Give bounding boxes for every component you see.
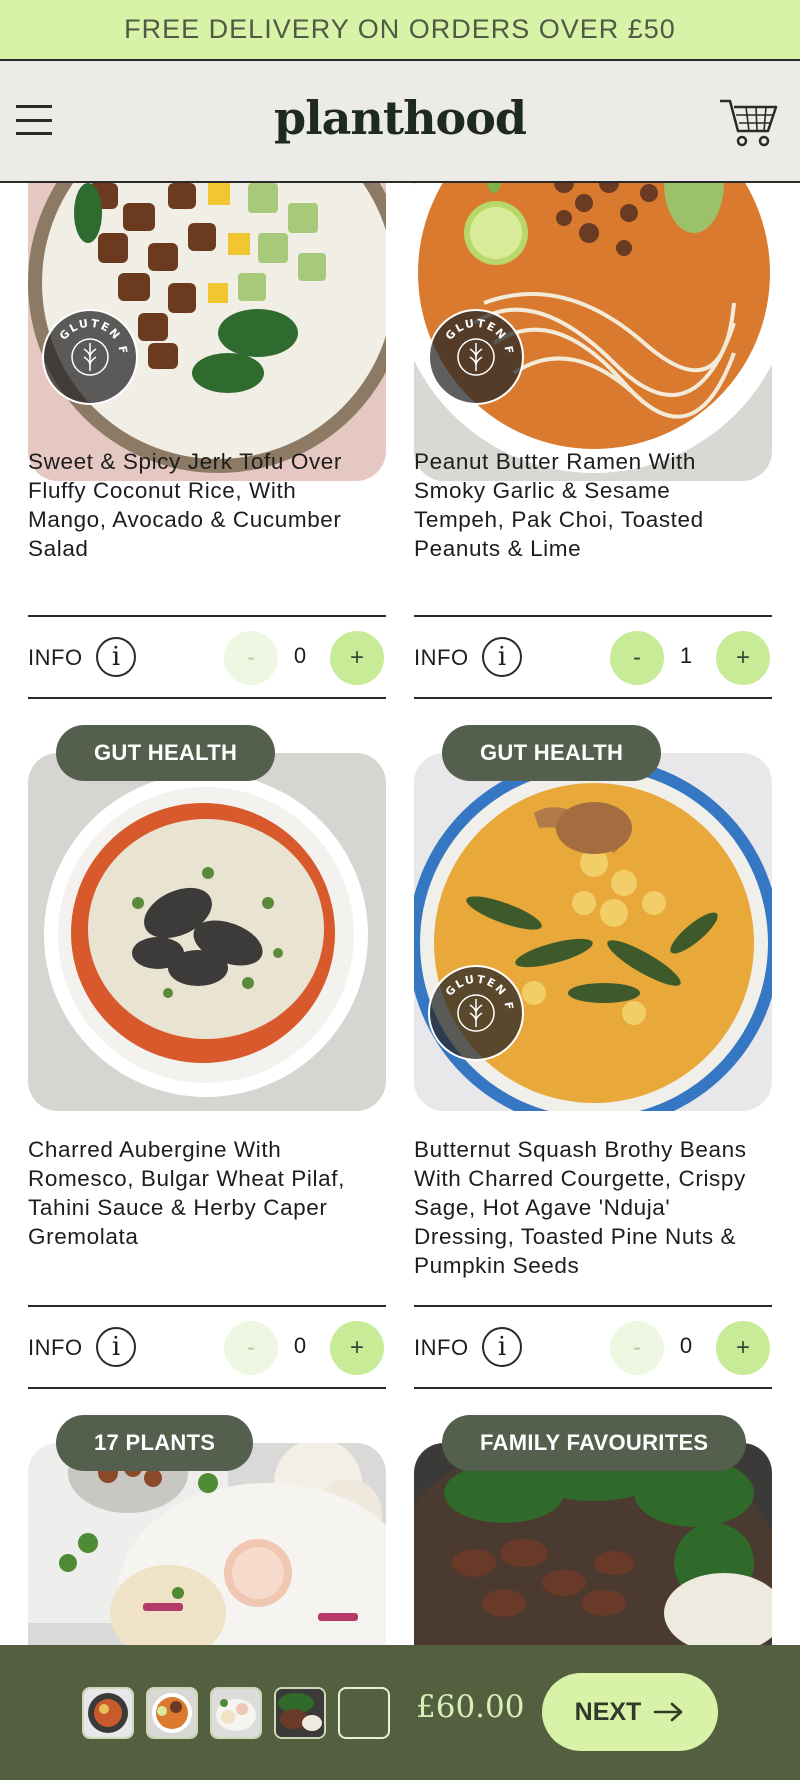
basket-total: £60.00 [416,1689,525,1725]
decrease-quantity-button[interactable]: - [610,1321,664,1375]
meal-tag: FAMILY FAVOURITES [442,1415,747,1471]
site-header: planthood [0,61,800,183]
meal-photo[interactable] [28,753,386,1111]
info-icon[interactable]: i [482,1327,522,1367]
meal-title[interactable]: Butternut Squash Brothy Beans With Charre… [414,1135,772,1280]
badge-text: GLUTEN FREE [425,301,514,357]
shopping-cart-icon[interactable] [718,95,780,151]
gluten-free-badge: GLUTEN FREE [39,301,138,405]
meal-photo[interactable] [28,1443,386,1645]
decrease-quantity-button[interactable]: - [224,1321,278,1375]
info-icon[interactable]: i [96,1327,136,1367]
info-label[interactable]: INFO [414,645,469,671]
info-icon[interactable]: i [482,637,522,677]
promo-text: FREE DELIVERY ON ORDERS OVER £50 [124,14,676,44]
basket-bar: £60.00 NEXT [0,1645,800,1780]
svg-text:GLUTEN FREE: GLUTEN FREE [430,967,516,1013]
next-label: NEXT [574,1697,642,1726]
basket-thumbnail[interactable] [146,1687,198,1739]
increase-quantity-button[interactable]: + [330,1321,384,1375]
next-button[interactable]: NEXT [542,1673,718,1751]
info-icon[interactable]: i [96,637,136,677]
decrease-quantity-button[interactable]: - [224,631,278,685]
info-label[interactable]: INFO [28,645,83,671]
meal-controls: INFO i - 0 + [414,1305,772,1389]
meal-controls: INFO i - 1 + [414,615,772,699]
quantity-value: 0 [679,1333,693,1358]
meal-controls: INFO i - 0 + [28,1305,386,1389]
basket-thumbnail[interactable] [82,1687,134,1739]
badge-text: GLUTEN FREE [39,301,128,357]
meal-title[interactable]: Sweet & Spicy Jerk Tofu Over Fluffy Cocon… [28,447,386,563]
increase-quantity-button[interactable]: + [330,631,384,685]
meal-grid[interactable]: GLUTEN FREE Sweet & Spicy Jerk Tofu Over… [0,183,800,1645]
meal-title[interactable]: Charred Aubergine With Romesco, Bulgar Wh… [28,1135,386,1251]
quantity-value: 1 [679,643,693,668]
basket-thumbnail[interactable] [274,1687,326,1739]
svg-text:GLUTEN FREE: GLUTEN FREE [430,311,516,357]
meal-tag: 17 PLANTS [56,1415,254,1471]
decrease-quantity-button[interactable]: - [610,631,664,685]
promo-banner: FREE DELIVERY ON ORDERS OVER £50 [0,0,800,61]
meal-tag: GUT HEALTH [442,725,662,781]
meal-title[interactable]: Peanut Butter Ramen With Smoky Garlic & S… [414,447,772,563]
brand-logo[interactable]: planthood [0,91,800,145]
badge-text: GLUTEN FREE [425,957,514,1013]
quantity-value: 0 [293,1333,307,1358]
meal-tag: GUT HEALTH [56,725,276,781]
empty-basket-slot[interactable] [338,1687,390,1739]
meal-photo[interactable] [414,1443,772,1645]
gluten-free-badge: GLUTEN FREE [425,957,524,1061]
basket-thumbnail[interactable] [210,1687,262,1739]
increase-quantity-button[interactable]: + [716,1321,770,1375]
quantity-value: 0 [293,643,307,668]
increase-quantity-button[interactable]: + [716,631,770,685]
info-label[interactable]: INFO [414,1335,469,1361]
meal-controls: INFO i - 0 + [28,615,386,699]
info-label[interactable]: INFO [28,1335,83,1361]
gluten-free-badge: GLUTEN FREE [425,301,524,405]
arrow-right-icon [654,1702,683,1722]
svg-text:GLUTEN FREE: GLUTEN FREE [44,311,130,357]
